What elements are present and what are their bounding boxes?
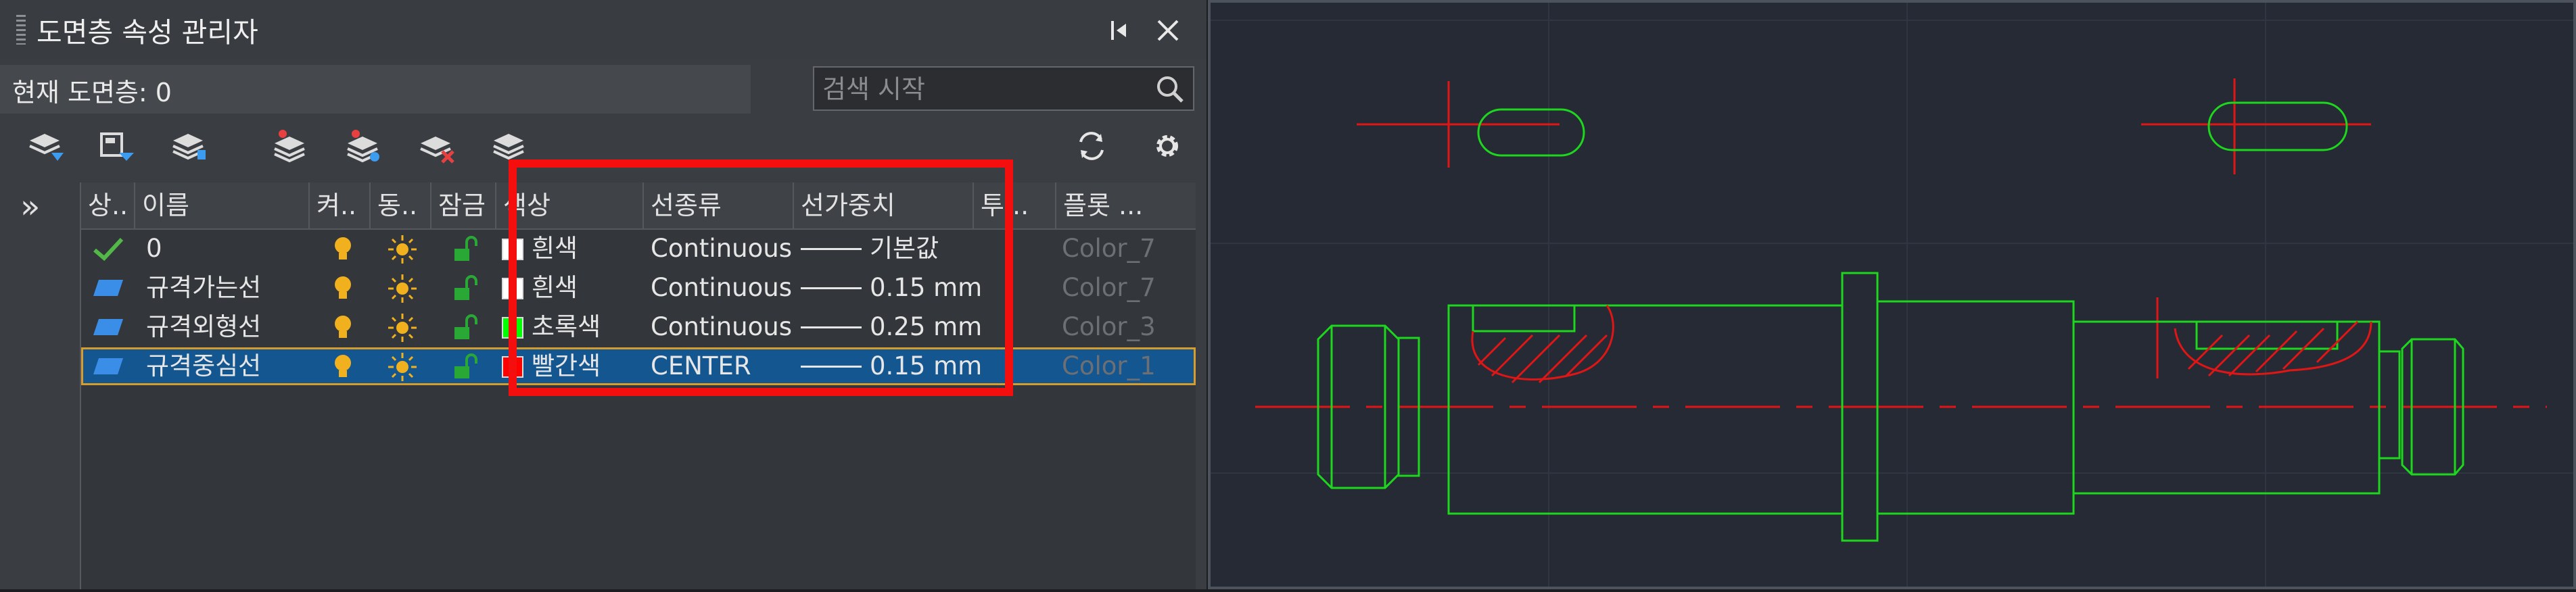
col-plot-style[interactable]: 플롯 ... xyxy=(1056,182,1196,228)
lightbulb-on-icon[interactable] xyxy=(331,353,354,381)
sun-thaw-icon[interactable] xyxy=(387,273,418,304)
col-lock[interactable]: 잠금 xyxy=(431,182,496,228)
layer-name[interactable]: 0 xyxy=(146,230,162,268)
new-layer-icon[interactable] xyxy=(24,126,68,166)
layer-states-icon[interactable] xyxy=(168,126,211,166)
layer-icon xyxy=(93,280,123,296)
layer-plot-style: Color_7 xyxy=(1062,273,1156,302)
search-input[interactable] xyxy=(821,72,1142,107)
layer-properties-manager: 도면층 속성 관리자 현재 도면층: 0 » 상.. 이름 켜.. 동.. 잠금… xyxy=(0,0,1207,589)
canvas-border xyxy=(1208,0,2576,589)
lightbulb-on-icon[interactable] xyxy=(331,314,354,342)
settings-icon[interactable] xyxy=(1146,126,1189,166)
layer-plot-style: Color_1 xyxy=(1062,351,1156,380)
unlock-icon[interactable] xyxy=(452,314,480,342)
layer-walk-icon[interactable] xyxy=(269,126,312,166)
col-on[interactable]: 켜.. xyxy=(310,182,371,228)
auto-hide-icon[interactable] xyxy=(1101,12,1138,49)
layer-plot-style: Color_7 xyxy=(1062,234,1156,263)
unlock-icon[interactable] xyxy=(452,274,480,303)
lightbulb-on-icon[interactable] xyxy=(331,274,354,303)
layer-icon xyxy=(93,358,123,374)
layer-icon xyxy=(93,319,123,335)
drag-grip-icon[interactable] xyxy=(16,15,26,45)
layer-name[interactable]: 규격가는선 xyxy=(146,269,261,307)
close-icon[interactable] xyxy=(1150,12,1186,49)
sun-thaw-icon[interactable] xyxy=(387,234,418,265)
layer-isolate-icon[interactable] xyxy=(342,126,385,166)
new-layer-vp-frozen-icon[interactable] xyxy=(95,126,138,166)
layer-name[interactable]: 규격중심선 xyxy=(146,347,261,385)
delete-layer-icon[interactable] xyxy=(415,126,459,166)
refresh-icon[interactable] xyxy=(1070,126,1113,166)
current-layer-label: 현재 도면층: 0 xyxy=(12,78,172,107)
col-freeze[interactable]: 동.. xyxy=(371,182,431,228)
lightbulb-on-icon[interactable] xyxy=(331,235,354,264)
search-icon[interactable] xyxy=(1152,72,1188,107)
sun-thaw-icon[interactable] xyxy=(387,351,418,383)
layer-plot-style: Color_3 xyxy=(1062,312,1156,341)
col-status[interactable]: 상.. xyxy=(81,182,135,228)
panel-title: 도면층 속성 관리자 xyxy=(37,16,258,49)
title-bar[interactable]: 도면층 속성 관리자 xyxy=(0,0,1207,59)
sun-thaw-icon[interactable] xyxy=(387,312,418,343)
expand-filter-icon[interactable]: » xyxy=(20,188,40,226)
unlock-icon[interactable] xyxy=(452,235,480,264)
unlock-icon[interactable] xyxy=(452,353,480,381)
col-name[interactable]: 이름 xyxy=(135,182,310,228)
layer-name[interactable]: 규격외형선 xyxy=(146,308,261,346)
highlight-box xyxy=(509,159,1013,396)
search-box[interactable] xyxy=(813,66,1194,111)
current-check-icon xyxy=(93,237,124,262)
